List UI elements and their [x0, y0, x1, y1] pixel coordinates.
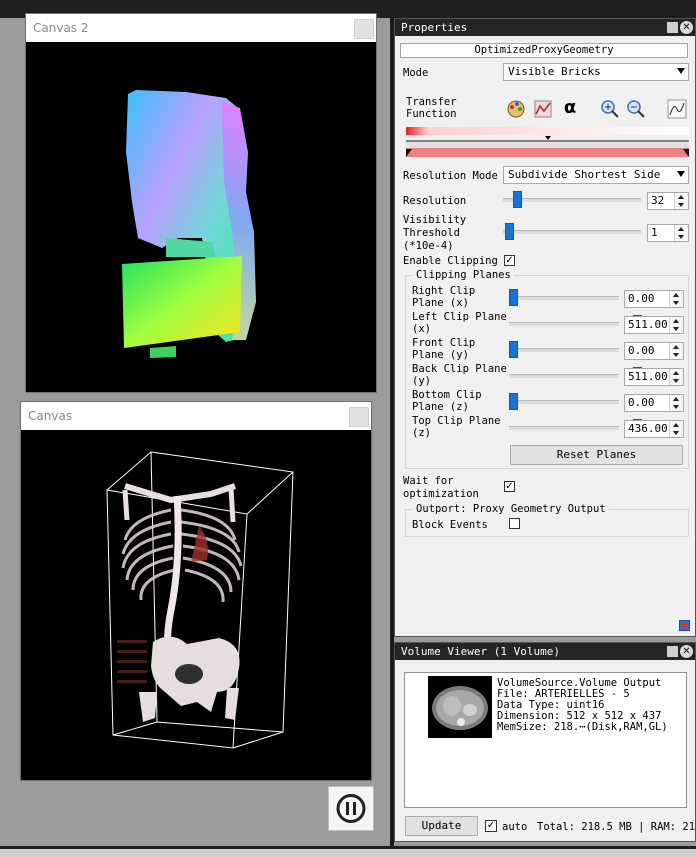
- help-icon[interactable]: [679, 620, 690, 631]
- close-icon[interactable]: ✕: [680, 21, 693, 34]
- properties-panel: Properties ✕ OptimizedProxyGeometry Mode…: [394, 18, 696, 637]
- bottom-strip: [0, 846, 696, 857]
- volume-mem-size: MemSize: 218.⋯(Disk,RAM,GL): [497, 721, 668, 733]
- wait-optimization-checkbox[interactable]: ✓: [504, 481, 515, 492]
- slider-handle[interactable]: [513, 191, 522, 208]
- volume-thumbnail: [428, 676, 492, 738]
- chevron-down-icon: [677, 68, 685, 74]
- volume-viewer-panel: Volume Viewer (1 Volume) ✕ VolumeSource.…: [394, 642, 696, 842]
- clip-plane-value: 0.00: [628, 344, 655, 357]
- canvas2-window-button[interactable]: [354, 19, 374, 39]
- clip-plane-spinbox[interactable]: 0.00: [624, 290, 684, 308]
- clip-plane-value: 511.00: [628, 318, 668, 331]
- processor-name: OptimizedProxyGeometry: [474, 44, 614, 56]
- wait-optimization-label: Wait for optimization: [403, 475, 479, 500]
- auto-label: auto: [502, 821, 528, 833]
- pause-button[interactable]: [328, 786, 374, 831]
- clip-plane-spinbox[interactable]: 0.00: [624, 394, 684, 412]
- outport-title: Outport: Proxy Geometry Output: [413, 503, 609, 515]
- zoom-out-icon[interactable]: [626, 99, 646, 119]
- clip-plane-spinbox[interactable]: 436.00: [624, 420, 684, 438]
- clip-plane-label: Left Clip Plane (x): [412, 311, 507, 335]
- clip-plane-value: 0.00: [628, 292, 655, 305]
- clip-plane-value: 436.00: [628, 422, 668, 435]
- volume-render[interactable]: [21, 430, 371, 780]
- reset-planes-label: Reset Planes: [556, 448, 637, 461]
- update-label: Update: [421, 819, 462, 832]
- clip-plane-spinbox[interactable]: 511.00: [624, 368, 684, 386]
- close-icon[interactable]: ✕: [680, 645, 693, 658]
- transfer-function-label: Transfer Function: [406, 96, 457, 120]
- zoom-in-icon[interactable]: [600, 99, 620, 119]
- clip-plane-value: 0.00: [628, 396, 655, 409]
- resolution-value: 32: [651, 194, 665, 207]
- clip-plane-label: Right Clip Plane (x): [412, 285, 476, 309]
- transfer-function-gradient[interactable]: [406, 127, 689, 157]
- palette-icon[interactable]: [506, 99, 526, 119]
- slider-handle[interactable]: [505, 223, 514, 240]
- clip-plane-spinbox[interactable]: 511.00: [624, 316, 684, 334]
- processor-name-box: OptimizedProxyGeometry: [400, 43, 688, 58]
- clip-plane-slider[interactable]: [509, 315, 642, 332]
- resolution-spinbox[interactable]: 32: [647, 192, 689, 210]
- visibility-threshold-value: 1: [651, 226, 658, 239]
- clip-plane-label: Bottom Clip Plane (z): [412, 389, 482, 413]
- clipping-planes-title: Clipping Planes: [413, 269, 514, 281]
- volume-list[interactable]: VolumeSource.Volume Output File: ARTERIE…: [404, 672, 687, 808]
- update-button[interactable]: Update: [405, 816, 478, 836]
- mode-select[interactable]: Visible Bricks: [503, 63, 689, 81]
- clip-plane-slider[interactable]: [509, 341, 619, 358]
- mode-label: Mode: [403, 67, 429, 79]
- clip-plane-label: Front Clip Plane (y): [412, 337, 476, 361]
- curve-icon[interactable]: [667, 99, 687, 119]
- block-events-checkbox[interactable]: [509, 518, 520, 529]
- reset-planes-button[interactable]: Reset Planes: [510, 445, 683, 465]
- resolution-mode-select[interactable]: Subdivide Shortest Side: [503, 166, 689, 184]
- mode-value: Visible Bricks: [508, 65, 601, 78]
- block-events-label: Block Events: [412, 519, 488, 531]
- slider-handle[interactable]: [509, 341, 518, 358]
- undock-icon[interactable]: [667, 22, 678, 33]
- canvas-title: Canvas: [21, 402, 371, 430]
- chevron-down-icon: [677, 171, 685, 177]
- clip-plane-label: Back Clip Plane (y): [412, 363, 507, 387]
- enable-clipping-checkbox[interactable]: ✓: [504, 255, 515, 266]
- volume-viewer-title: Volume Viewer (1 Volume): [395, 643, 695, 660]
- proxy-geometry-render[interactable]: [26, 42, 376, 392]
- undock-icon[interactable]: [667, 646, 678, 657]
- resolution-label: Resolution: [403, 195, 467, 207]
- histogram-icon[interactable]: [533, 99, 553, 119]
- enable-clipping-label: Enable Clipping: [403, 255, 498, 267]
- pause-icon: [336, 794, 366, 823]
- slider-handle[interactable]: [509, 393, 518, 410]
- visibility-threshold-label: Visibility Threshold (*10e-4): [403, 214, 467, 252]
- clip-plane-slider[interactable]: [509, 393, 619, 410]
- memory-total: Total: 218.5 MB | RAM: 21: [537, 821, 696, 833]
- alpha-icon[interactable]: α: [560, 98, 580, 118]
- canvas2-title: Canvas 2: [26, 14, 376, 42]
- canvas-window-button[interactable]: [349, 407, 369, 427]
- auto-checkbox[interactable]: ✓: [485, 820, 497, 832]
- visibility-threshold-slider[interactable]: [503, 223, 641, 240]
- slider-handle[interactable]: [509, 289, 518, 306]
- resolution-mode-label: Resolution Mode: [403, 170, 498, 182]
- canvas-window[interactable]: Canvas: [20, 401, 372, 781]
- resolution-mode-value: Subdivide Shortest Side: [508, 168, 661, 181]
- resolution-slider[interactable]: [503, 191, 641, 208]
- clip-plane-slider[interactable]: [509, 289, 619, 306]
- clip-plane-slider[interactable]: [509, 419, 642, 436]
- visibility-threshold-spinbox[interactable]: 1: [647, 224, 689, 242]
- properties-title: Properties: [395, 19, 695, 36]
- clip-plane-slider[interactable]: [509, 367, 642, 384]
- volume-list-item[interactable]: VolumeSource.Volume Output File: ARTERIE…: [405, 673, 686, 743]
- clip-plane-spinbox[interactable]: 0.00: [624, 342, 684, 360]
- clip-plane-value: 511.00: [628, 370, 668, 383]
- canvas2-window[interactable]: Canvas 2: [25, 13, 377, 393]
- clip-plane-label: Top Clip Plane (z): [412, 415, 501, 439]
